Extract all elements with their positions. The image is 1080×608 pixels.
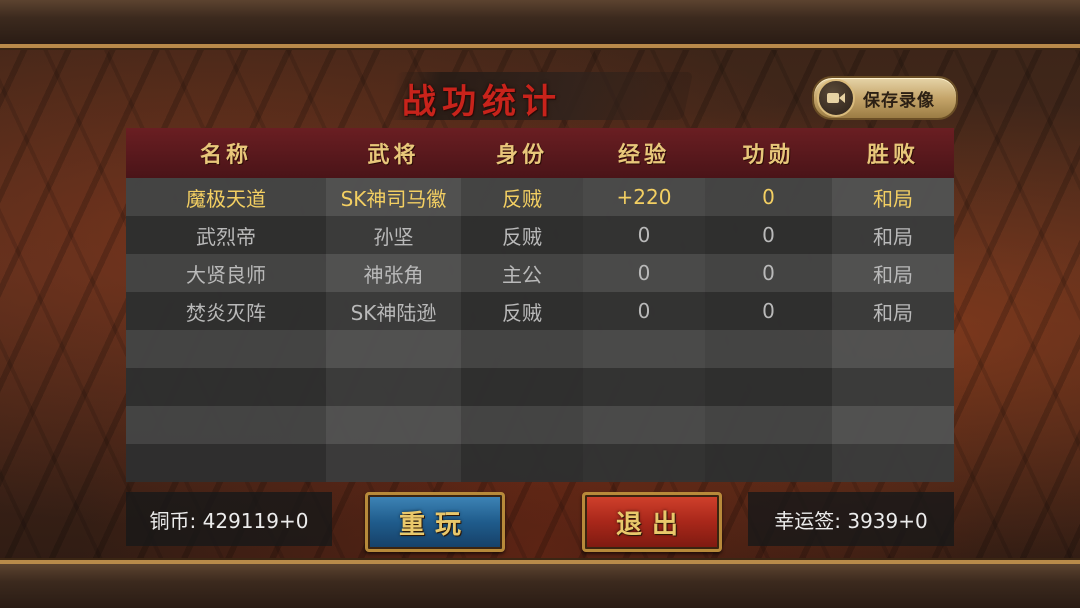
cell-role bbox=[461, 330, 583, 368]
cell-merit bbox=[705, 444, 832, 482]
cell-name bbox=[126, 444, 326, 482]
table-row: 武烈帝 孙坚 反贼 0 0 和局 bbox=[126, 216, 954, 254]
cell-name: 焚炎灭阵 bbox=[126, 292, 326, 330]
cell-role bbox=[461, 444, 583, 482]
table-row bbox=[126, 368, 954, 406]
copper-coins-display: 铜币: 429119+0 bbox=[126, 492, 332, 546]
table-row: 大贤良师 神张角 主公 0 0 和局 bbox=[126, 254, 954, 292]
cell-general: SK神司马徽 bbox=[326, 178, 461, 216]
cell-role: 主公 bbox=[461, 254, 583, 292]
cell-merit bbox=[705, 406, 832, 444]
cell-experience bbox=[583, 330, 705, 368]
exit-button[interactable]: 退出 bbox=[582, 492, 722, 552]
cell-name: 大贤良师 bbox=[126, 254, 326, 292]
cell-experience bbox=[583, 444, 705, 482]
cell-result: 和局 bbox=[832, 292, 954, 330]
table-row bbox=[126, 406, 954, 444]
cell-general: SK神陆逊 bbox=[326, 292, 461, 330]
save-replay-label: 保存录像 bbox=[863, 90, 935, 111]
replay-button[interactable]: 重玩 bbox=[365, 492, 505, 552]
battle-stats-table: 名称 武将 身份 经验 功勋 胜败 魔极天道 SK神司马徽 反贼 +220 0 … bbox=[126, 128, 954, 482]
cell-role bbox=[461, 406, 583, 444]
video-camera-icon bbox=[817, 79, 855, 117]
cell-general bbox=[326, 330, 461, 368]
cell-experience bbox=[583, 368, 705, 406]
cell-name bbox=[126, 368, 326, 406]
cell-merit: 0 bbox=[705, 254, 832, 292]
header-general: 武将 bbox=[367, 142, 420, 168]
cell-role: 反贼 bbox=[461, 178, 583, 216]
cell-result bbox=[832, 368, 954, 406]
cell-general bbox=[326, 444, 461, 482]
cell-role bbox=[461, 368, 583, 406]
cell-result bbox=[832, 444, 954, 482]
cell-result: 和局 bbox=[832, 254, 954, 292]
cell-general bbox=[326, 368, 461, 406]
header-role: 身份 bbox=[495, 142, 548, 168]
cell-general: 孙坚 bbox=[326, 216, 461, 254]
bottom-frame-bar bbox=[0, 560, 1080, 608]
page-title: 战功统计 bbox=[402, 82, 562, 122]
cell-merit bbox=[705, 368, 832, 406]
header-merit: 功勋 bbox=[742, 142, 795, 168]
lucky-sticks-display: 幸运签: 3939+0 bbox=[748, 492, 954, 546]
cell-result bbox=[832, 330, 954, 368]
cell-experience: +220 bbox=[616, 185, 672, 209]
title-banner: 战功统计 bbox=[386, 64, 694, 128]
cell-role: 反贼 bbox=[461, 292, 583, 330]
header-name: 名称 bbox=[199, 142, 252, 168]
cell-result: 和局 bbox=[832, 216, 954, 254]
cell-merit: 0 bbox=[705, 216, 832, 254]
cell-result bbox=[832, 406, 954, 444]
header-experience: 经验 bbox=[617, 142, 670, 168]
save-replay-button[interactable]: 保存录像 bbox=[812, 76, 958, 120]
cell-merit: 0 bbox=[705, 292, 832, 330]
cell-merit: 0 bbox=[705, 178, 832, 216]
table-row: 焚炎灭阵 SK神陆逊 反贼 0 0 和局 bbox=[126, 292, 954, 330]
table-body: 魔极天道 SK神司马徽 反贼 +220 0 和局 武烈帝 孙坚 反贼 0 0 和… bbox=[126, 178, 954, 482]
header-result: 胜败 bbox=[866, 142, 919, 168]
cell-result: 和局 bbox=[832, 178, 954, 216]
top-frame-bar bbox=[0, 0, 1080, 48]
cell-name bbox=[126, 406, 326, 444]
cell-role: 反贼 bbox=[461, 216, 583, 254]
cell-experience: 0 bbox=[637, 299, 651, 323]
cell-name: 魔极天道 bbox=[126, 178, 326, 216]
cell-general: 神张角 bbox=[326, 254, 461, 292]
cell-experience: 0 bbox=[637, 261, 651, 285]
table-row: 魔极天道 SK神司马徽 反贼 +220 0 和局 bbox=[126, 178, 954, 216]
cell-experience bbox=[583, 406, 705, 444]
cell-name: 武烈帝 bbox=[126, 216, 326, 254]
table-header: 名称 武将 身份 经验 功勋 胜败 bbox=[126, 128, 954, 178]
cell-general bbox=[326, 406, 461, 444]
table-row bbox=[126, 444, 954, 482]
cell-merit bbox=[705, 330, 832, 368]
table-row bbox=[126, 330, 954, 368]
cell-name bbox=[126, 330, 326, 368]
cell-experience: 0 bbox=[637, 223, 651, 247]
